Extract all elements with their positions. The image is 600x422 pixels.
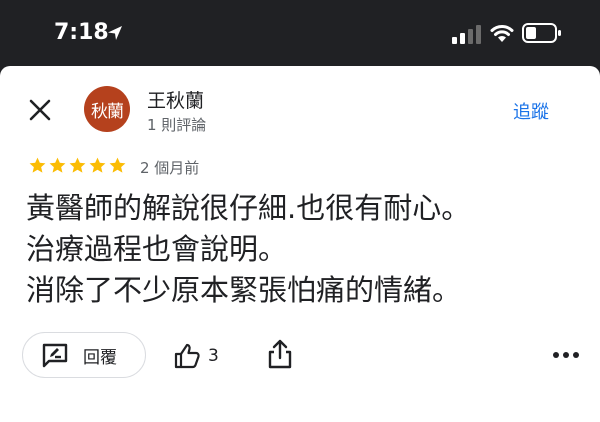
like-count: 3 xyxy=(208,346,219,366)
more-icon[interactable] xyxy=(552,350,580,360)
thumbs-up-icon xyxy=(174,343,200,369)
star-icon xyxy=(69,157,86,173)
reviewer-name[interactable]: 王秋蘭 xyxy=(147,86,204,113)
review-line: 治療過程也會說明。 xyxy=(26,232,288,266)
star-icon xyxy=(29,157,46,173)
location-arrow-icon xyxy=(108,26,122,40)
avatar-text: 秋蘭 xyxy=(91,101,124,122)
wifi-icon xyxy=(490,25,514,42)
share-icon[interactable] xyxy=(267,338,293,370)
reply-icon xyxy=(42,343,68,368)
status-bar: 7:18 xyxy=(0,0,600,68)
star-icon xyxy=(109,157,126,173)
follow-button[interactable]: 追蹤 xyxy=(513,98,549,124)
status-time: 7:18 xyxy=(54,20,109,45)
reviewer-review-count: 1 則評論 xyxy=(147,116,207,134)
review-line: 黃醫師的解說很仔細.也很有耐心。 xyxy=(26,191,471,225)
star-icon xyxy=(89,157,106,173)
close-icon[interactable] xyxy=(26,96,54,124)
cellular-signal-icon xyxy=(452,25,481,44)
star-icon xyxy=(49,157,66,173)
reply-button[interactable]: 回覆 xyxy=(22,332,146,378)
review-line: 消除了不少原本緊張怕痛的情緒。 xyxy=(26,273,462,307)
avatar[interactable]: 秋蘭 xyxy=(84,86,130,132)
review-text: 黃醫師的解說很仔細.也很有耐心。 治療過程也會說明。 消除了不少原本緊張怕痛的情… xyxy=(26,188,586,311)
like-button[interactable]: 3 xyxy=(172,340,219,372)
reply-label: 回覆 xyxy=(83,347,117,368)
battery-icon xyxy=(522,23,561,43)
review-sheet: 秋蘭 王秋蘭 1 則評論 追蹤 2 個月前 黃醫師的解說很仔細.也很有耐心。 治… xyxy=(0,66,600,422)
star-rating xyxy=(28,156,127,178)
review-date: 2 個月前 xyxy=(140,159,200,177)
